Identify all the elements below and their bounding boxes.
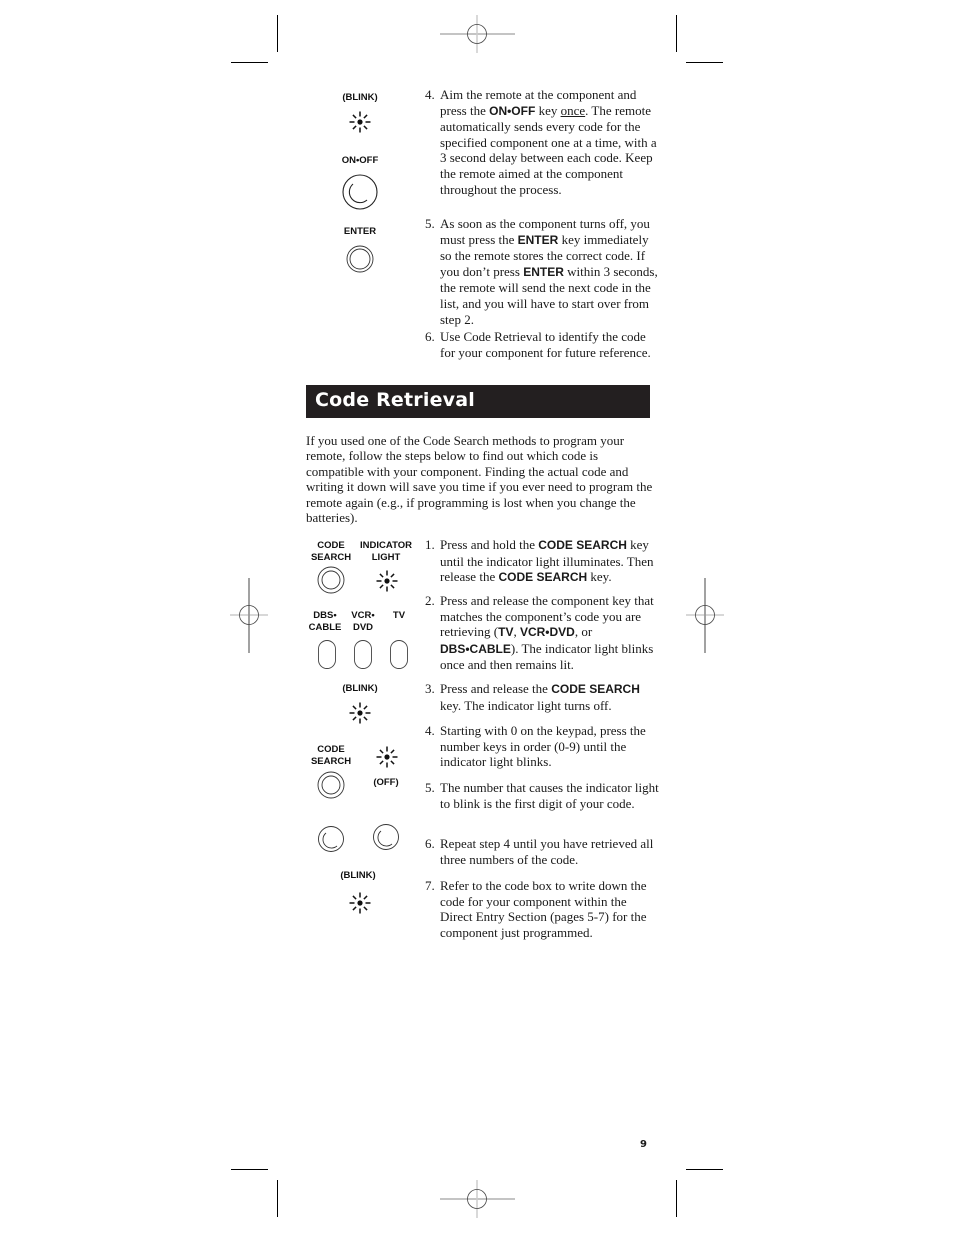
light-ray [379, 749, 384, 754]
step-2: 2. Press and release the component key t… [425, 593, 660, 673]
registration-mark-right [686, 578, 724, 653]
blinking-light-icon [349, 702, 371, 724]
step-6-top: 6. Use Code Retrieval to identify the co… [425, 329, 660, 360]
number-key-icon[interactable] [372, 823, 400, 851]
light-ray [390, 584, 395, 589]
light-ray [363, 895, 368, 900]
indicator-light-label: INDICATOR LIGHT [360, 540, 412, 563]
crop-mark [231, 62, 268, 63]
light-ray [352, 906, 357, 911]
indicator-light-icon [376, 746, 398, 768]
step-5: 5. The number that causes the indicator … [425, 780, 660, 811]
light-dot [384, 578, 390, 584]
page-number: 9 [640, 1139, 647, 1150]
code-search-button-icon[interactable] [317, 771, 345, 799]
light-ray [363, 906, 368, 911]
crop-mark [686, 1169, 723, 1170]
light-ray [352, 114, 357, 119]
step-text: Repeat step 4 until you have retrieved a… [440, 836, 654, 867]
code-search-label: CODE SEARCH [310, 744, 352, 767]
section-title: Code Retrieval [315, 389, 475, 411]
onoff-button-icon[interactable] [341, 173, 379, 211]
indicator-light-icon [376, 570, 398, 592]
registration-mark-bottom [440, 1180, 515, 1218]
step-text: Press and release the component key that… [440, 593, 654, 673]
step-4: 4. Starting with 0 on the keypad, press … [425, 723, 660, 770]
section-header: Code Retrieval [306, 385, 650, 418]
light-dot [384, 754, 390, 760]
step-4-top: 4. Aim the remote at the component and p… [425, 87, 660, 197]
registration-mark-top [440, 15, 515, 53]
light-ray [390, 573, 395, 578]
step-number: 6. [425, 836, 435, 851]
light-ray [363, 705, 368, 710]
crop-mark [277, 1180, 278, 1217]
light-dot [357, 900, 363, 906]
dbs-cable-key-icon[interactable] [318, 640, 336, 669]
step-text: Use Code Retrieval to identify the code … [440, 329, 651, 360]
light-ray [363, 114, 368, 119]
blink-label: (BLINK) [340, 870, 376, 881]
step-text: Starting with 0 on the keypad, press the… [440, 723, 646, 770]
step-7: 7. Refer to the code box to write down t… [425, 878, 660, 940]
tv-key-icon[interactable] [390, 640, 408, 669]
light-dot [357, 119, 363, 125]
light-ray [390, 749, 395, 754]
light-ray [379, 760, 384, 765]
blinking-light-icon [349, 111, 371, 133]
step-number: 5. [425, 216, 435, 231]
light-ray [379, 584, 384, 589]
step-1: 1. Press and hold the CODE SEARCH key un… [425, 537, 660, 586]
enter-button-icon[interactable] [346, 245, 374, 273]
light-ray [352, 705, 357, 710]
tv-label: TV [392, 610, 406, 621]
step-text: The number that causes the indicator lig… [440, 780, 659, 811]
light-dot [357, 710, 363, 716]
light-ray [363, 716, 368, 721]
step-text: Aim the remote at the component and pres… [440, 87, 657, 197]
light-ray [363, 125, 368, 130]
light-ray [390, 760, 395, 765]
step-number: 7. [425, 878, 435, 893]
step-text: Refer to the code box to write down the … [440, 878, 647, 940]
registration-mark-left [230, 578, 268, 653]
step-3: 3. Press and release the CODE SEARCH key… [425, 681, 660, 713]
blinking-light-icon [349, 892, 371, 914]
crop-mark [231, 1169, 268, 1170]
vcr-dvd-key-icon[interactable] [354, 640, 372, 669]
light-ray [352, 716, 357, 721]
step-number: 6. [425, 329, 435, 344]
blink-label: (BLINK) [342, 92, 378, 103]
step-number: 4. [425, 723, 435, 738]
onoff-label: ON•OFF [341, 155, 379, 166]
step-number: 1. [425, 537, 435, 552]
light-ray [352, 895, 357, 900]
light-ray [352, 125, 357, 130]
step-5-top: 5. As soon as the component turns off, y… [425, 216, 660, 327]
step-text: Press and hold the CODE SEARCH key until… [440, 537, 654, 585]
crop-mark [686, 62, 723, 63]
step-number: 5. [425, 780, 435, 795]
section-intro: If you used one of the Code Search metho… [306, 433, 653, 526]
code-search-button-icon[interactable] [317, 566, 345, 594]
step-number: 3. [425, 681, 435, 696]
crop-mark [676, 1180, 677, 1217]
light-ray [379, 573, 384, 578]
enter-label: ENTER [343, 226, 377, 237]
number-key-icon[interactable] [317, 825, 345, 853]
crop-mark [676, 15, 677, 52]
blink-label: (BLINK) [342, 683, 378, 694]
crop-mark [277, 15, 278, 52]
step-6: 6. Repeat step 4 until you have retrieve… [425, 836, 660, 867]
off-label: (OFF) [373, 777, 399, 788]
step-text: Press and release the CODE SEARCH key. T… [440, 681, 640, 713]
step-number: 2. [425, 593, 435, 608]
step-text: As soon as the component turns off, you … [440, 216, 658, 327]
step-number: 4. [425, 87, 435, 102]
